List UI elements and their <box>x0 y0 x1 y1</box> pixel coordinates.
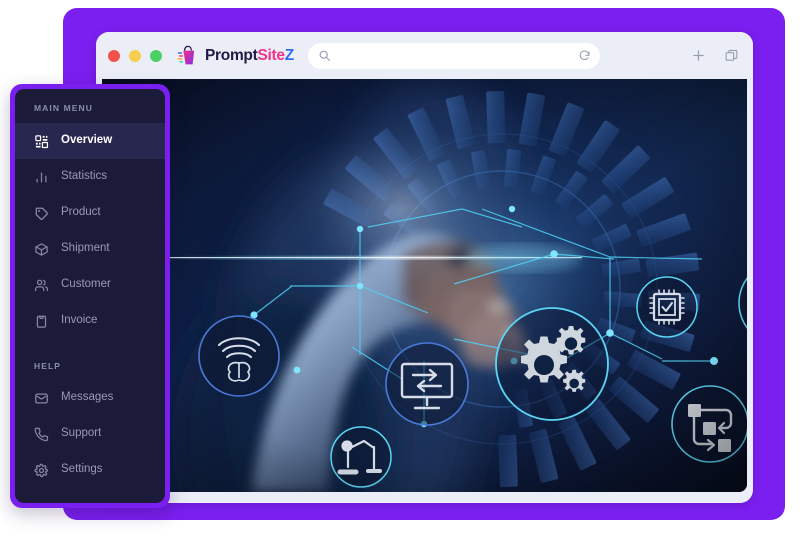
search-input[interactable] <box>330 49 578 62</box>
sidebar-item-label: Invoice <box>61 314 98 327</box>
copy-tabs-icon[interactable] <box>724 48 739 63</box>
sidebar-item-label: Support <box>61 427 102 440</box>
sidebar-item-settings[interactable]: Settings <box>15 452 165 488</box>
page-viewport <box>102 79 747 492</box>
bar-chart-icon <box>36 172 47 182</box>
users-icon <box>34 279 49 291</box>
sidebar-item-product[interactable]: Product <box>15 195 165 231</box>
window-controls <box>108 49 162 62</box>
hero-image <box>102 79 747 492</box>
address-bar[interactable] <box>307 42 600 69</box>
sidebar-item-label: Product <box>61 206 101 219</box>
browser-window: PromptSiteZ <box>96 32 753 503</box>
sidebar-item-shipment[interactable]: Shipment <box>15 231 165 267</box>
sidebar-item-label: Customer <box>61 278 111 291</box>
sidebar-item-label: Shipment <box>61 242 110 255</box>
sidebar-item-customer[interactable]: Customer <box>15 267 165 303</box>
sidebar-item-label: Messages <box>61 391 114 404</box>
sidebar-item-label: Settings <box>61 463 103 476</box>
close-window-button[interactable] <box>108 49 120 62</box>
hero-illustration <box>102 79 747 492</box>
phone-icon <box>34 427 49 441</box>
search-icon <box>319 50 330 61</box>
envelope-icon <box>35 393 48 403</box>
sidebar-section-label-main: MAIN MENU <box>34 103 94 113</box>
sidebar-item-invoice[interactable]: Invoice <box>15 303 165 339</box>
app-logo-text: PromptSiteZ <box>205 48 294 64</box>
sidebar-section-label-help: HELP <box>34 361 62 371</box>
gear-icon <box>34 463 49 477</box>
box-icon <box>35 242 48 256</box>
sidebar-item-overview[interactable]: Overview <box>15 123 165 159</box>
shopping-bag-icon <box>177 45 195 64</box>
logo-text-part-3: Z <box>284 46 294 64</box>
sidebar-item-support[interactable]: Support <box>15 416 165 452</box>
sidebar-inner: MAIN MENU Overview Statistics Product Sh… <box>15 89 165 503</box>
screenshot-root: PromptSiteZ MAIN MENU Overview Statistic… <box>0 0 800 558</box>
sidebar: MAIN MENU Overview Statistics Product Sh… <box>10 84 170 508</box>
sidebar-item-statistics[interactable]: Statistics <box>15 159 165 195</box>
minimize-window-button[interactable] <box>129 49 141 62</box>
plus-icon[interactable] <box>691 48 706 63</box>
sidebar-item-label: Overview <box>61 134 113 147</box>
app-logo[interactable]: PromptSiteZ <box>176 44 294 68</box>
clipboard-icon <box>36 315 47 328</box>
logo-text-part-1: Prompt <box>205 46 258 64</box>
browser-toolbar: PromptSiteZ <box>96 32 753 79</box>
maximize-window-button[interactable] <box>150 49 162 62</box>
toolbar-actions <box>673 48 739 63</box>
tag-icon <box>35 207 48 220</box>
logo-text-part-2: Site <box>257 46 285 64</box>
sidebar-item-label: Statistics <box>61 170 108 183</box>
sidebar-item-messages[interactable]: Messages <box>15 380 165 416</box>
grid-squares-icon <box>35 134 49 148</box>
reload-icon[interactable] <box>578 49 591 62</box>
